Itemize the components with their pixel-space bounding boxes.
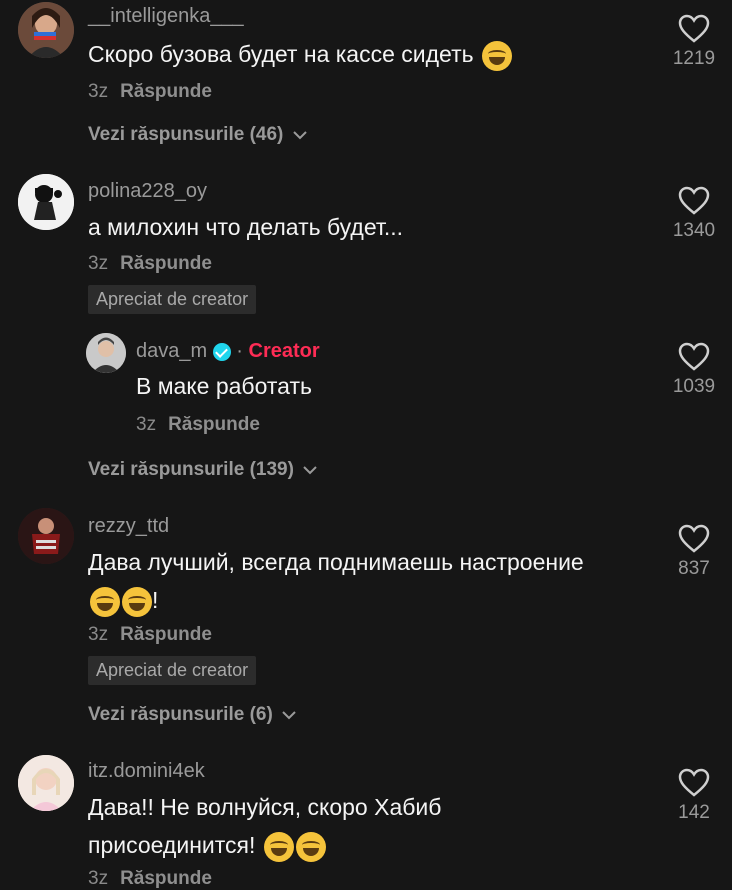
comment-time: 3z	[88, 253, 109, 274]
reply-header: dava_m · Creator	[136, 340, 320, 363]
comment-meta: 3z Răspunde	[88, 624, 212, 646]
like-button[interactable]: 837	[664, 524, 724, 580]
view-replies-button[interactable]: Vezi răspunsurile (139)	[88, 459, 318, 481]
view-replies-button[interactable]: Vezi răspunsurile (6)	[88, 704, 297, 726]
reply-button[interactable]: Răspunde	[120, 81, 212, 102]
liked-by-creator-badge: Apreciat de creator	[88, 285, 257, 314]
heart-outline-icon	[678, 14, 710, 43]
comment-text-content: В маке работать	[136, 373, 312, 399]
username[interactable]: rezzy_ttd	[88, 515, 169, 538]
like-count: 142	[678, 802, 710, 823]
heart-outline-icon	[678, 524, 710, 553]
comment-meta: 3z Răspunde	[88, 868, 212, 890]
reply-button[interactable]: Răspunde	[120, 624, 212, 645]
chevron-down-icon	[292, 131, 307, 140]
comment-text: Дава лучший, всегда поднимаешь настроени…	[88, 543, 648, 619]
comment-meta: 3z Răspunde	[88, 253, 212, 275]
comment-time: 3z	[88, 81, 109, 102]
tears-of-joy-emoji-icon	[122, 586, 152, 617]
avatar[interactable]	[18, 174, 74, 230]
avatar[interactable]	[18, 508, 74, 564]
comment-text: а милохин что делать будет...	[88, 208, 648, 246]
comment-text-content: Скоро бузова будет на кассе сидеть	[88, 41, 474, 67]
liked-by-creator-badge: Apreciat de creator	[88, 656, 257, 685]
creator-label: Creator	[248, 340, 320, 362]
avatar[interactable]	[18, 755, 74, 811]
heart-outline-icon	[678, 186, 710, 215]
comment-time: 3z	[88, 868, 109, 889]
tears-of-joy-emoji-icon	[482, 40, 512, 71]
comment-time: 3z	[136, 414, 157, 435]
reply-button[interactable]: Răspunde	[120, 868, 212, 889]
comment-meta: 3z Răspunde	[136, 414, 260, 436]
heart-outline-icon	[678, 768, 710, 797]
like-count: 1219	[672, 48, 716, 69]
avatar[interactable]	[86, 333, 126, 373]
comment-meta: 3z Răspunde	[88, 81, 212, 103]
comment-text: Дава!! Не волнуйся, скоро Хабиб присоеди…	[88, 788, 508, 864]
like-button[interactable]: 1340	[664, 186, 724, 242]
comment-text: Скоро бузова будет на кассе сидеть	[88, 35, 648, 73]
reply-button[interactable]: Răspunde	[120, 253, 212, 274]
view-replies-label: Vezi răspunsurile (139)	[88, 459, 294, 480]
view-replies-button[interactable]: Vezi răspunsurile (46)	[88, 124, 308, 146]
view-replies-label: Vezi răspunsurile (6)	[88, 704, 273, 725]
comment-time: 3z	[88, 624, 109, 645]
like-button[interactable]: 142	[664, 768, 724, 824]
like-button[interactable]: 1219	[664, 14, 724, 70]
avatar[interactable]	[18, 2, 74, 58]
tears-of-joy-emoji-icon	[295, 831, 326, 862]
like-count: 1340	[672, 220, 716, 241]
verified-badge-icon	[212, 342, 231, 361]
username[interactable]: polina228_oy	[88, 180, 207, 203]
chevron-down-icon	[282, 711, 296, 720]
comment-text-content: а милохин что делать будет...	[88, 214, 404, 240]
like-button[interactable]: 1039	[664, 342, 724, 398]
comment-text: В маке работать	[136, 367, 636, 405]
comment-text-suffix: !	[152, 587, 159, 613]
heart-outline-icon	[678, 342, 710, 371]
like-count: 837	[678, 558, 710, 579]
tears-of-joy-emoji-icon	[90, 586, 120, 617]
comment-text-content: Дава лучший, всегда поднимаешь настроени…	[88, 549, 584, 575]
separator: ·	[236, 340, 243, 362]
chevron-down-icon	[303, 466, 317, 475]
username[interactable]: itz.domini4ek	[88, 760, 205, 783]
username[interactable]: dava_m	[136, 340, 207, 362]
like-count: 1039	[672, 376, 716, 397]
tears-of-joy-emoji-icon	[263, 831, 294, 862]
reply-button[interactable]: Răspunde	[168, 414, 260, 435]
username[interactable]: __intelligenka___	[88, 5, 244, 28]
view-replies-label: Vezi răspunsurile (46)	[88, 124, 284, 145]
